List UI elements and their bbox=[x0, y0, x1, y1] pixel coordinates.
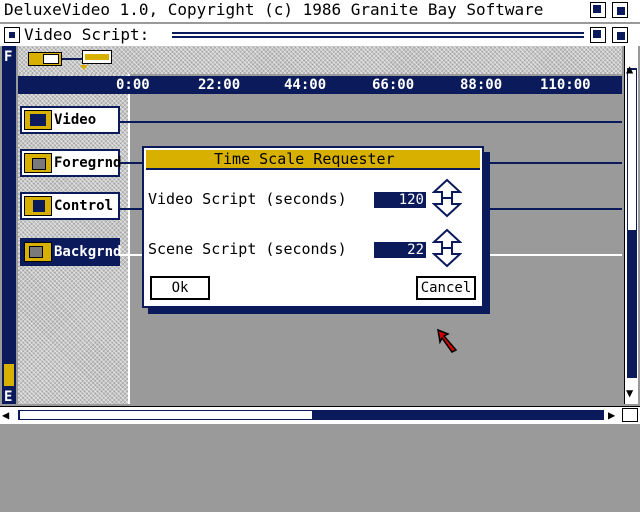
dialog-title: Time Scale Requester bbox=[214, 150, 395, 168]
window-close-icon[interactable] bbox=[4, 27, 20, 43]
window-depth-front-icon[interactable] bbox=[612, 27, 628, 43]
video-script-label: Video Script (seconds) bbox=[148, 190, 347, 208]
track-video-timeline bbox=[120, 121, 622, 123]
screen-depth-front-icon[interactable] bbox=[612, 2, 628, 18]
time-scale-dialog: Time Scale Requester Video Script (secon… bbox=[142, 146, 484, 308]
track-label: Backgrnd bbox=[54, 244, 122, 260]
frame-top-letter: F bbox=[4, 49, 13, 65]
window-title: Video Script: bbox=[24, 25, 150, 44]
background-icon bbox=[24, 242, 52, 262]
track-video[interactable]: Video bbox=[20, 106, 120, 134]
ruler-tick: 66:00 bbox=[372, 77, 415, 93]
film-strip-icon bbox=[24, 110, 52, 130]
scene-script-label: Scene Script (seconds) bbox=[148, 240, 347, 258]
screen-title: DeluxeVideo 1.0, Copyright (c) 1986 Gran… bbox=[4, 0, 544, 19]
window-size-icon[interactable] bbox=[622, 408, 638, 422]
scene-script-stepper[interactable] bbox=[431, 228, 463, 268]
column-divider bbox=[128, 46, 130, 404]
ruler-tick: 0:00 bbox=[116, 77, 150, 93]
track-label: Control bbox=[54, 198, 114, 214]
screen-title-bar: DeluxeVideo 1.0, Copyright (c) 1986 Gran… bbox=[0, 0, 640, 22]
track-control[interactable]: Control bbox=[20, 192, 120, 220]
window-depth-back-icon[interactable] bbox=[590, 27, 606, 43]
ruler-tick: 110:00 bbox=[540, 77, 591, 93]
window-title-bar[interactable]: Video Script: bbox=[0, 24, 640, 46]
video-script-stepper[interactable] bbox=[431, 178, 463, 218]
video-script-field[interactable]: 120 bbox=[374, 192, 426, 208]
ruler-tick: 22:00 bbox=[198, 77, 241, 93]
ok-button[interactable]: Ok bbox=[150, 276, 210, 300]
time-marker-icon[interactable] bbox=[82, 50, 112, 64]
track-label: Foregrnd bbox=[54, 155, 122, 171]
mouse-pointer-icon bbox=[436, 328, 460, 354]
window-drag-bar[interactable] bbox=[172, 30, 584, 40]
scale-link-line bbox=[62, 58, 82, 60]
scroll-left-arrow-icon[interactable]: ◀ bbox=[2, 406, 9, 424]
track-name-column bbox=[18, 46, 128, 404]
frame-strip[interactable] bbox=[2, 46, 16, 404]
track-background[interactable]: Backgrnd bbox=[20, 238, 122, 266]
scale-slider-icon[interactable] bbox=[28, 52, 62, 66]
ruler-tick: 44:00 bbox=[284, 77, 327, 93]
scroll-right-arrow-icon[interactable]: ▶ bbox=[608, 406, 615, 424]
frame-strip-marker bbox=[4, 364, 14, 386]
ruler-tick: 88:00 bbox=[460, 77, 503, 93]
vertical-scroll-thumb[interactable] bbox=[628, 70, 636, 230]
control-film-icon bbox=[24, 196, 52, 216]
track-foreground[interactable]: Foregrnd bbox=[20, 149, 122, 177]
scene-script-field[interactable]: 22 bbox=[374, 242, 426, 258]
vertical-scrollbar[interactable] bbox=[624, 46, 638, 404]
dialog-title-bar[interactable]: Time Scale Requester bbox=[146, 150, 480, 170]
scroll-down-arrow-icon[interactable]: ▼ bbox=[626, 384, 633, 402]
screen-depth-back-icon[interactable] bbox=[590, 2, 606, 18]
cancel-button[interactable]: Cancel bbox=[416, 276, 476, 300]
scroll-up-arrow-icon[interactable]: ▲ bbox=[626, 60, 633, 78]
track-label: Video bbox=[54, 112, 97, 128]
frame-bottom-letter: E bbox=[4, 389, 13, 405]
horizontal-scroll-thumb[interactable] bbox=[20, 411, 312, 419]
horizontal-scrollbar[interactable]: ◀ ▶ bbox=[0, 406, 640, 424]
time-marker-arrow-icon bbox=[80, 65, 88, 70]
foreground-icon bbox=[24, 153, 52, 173]
